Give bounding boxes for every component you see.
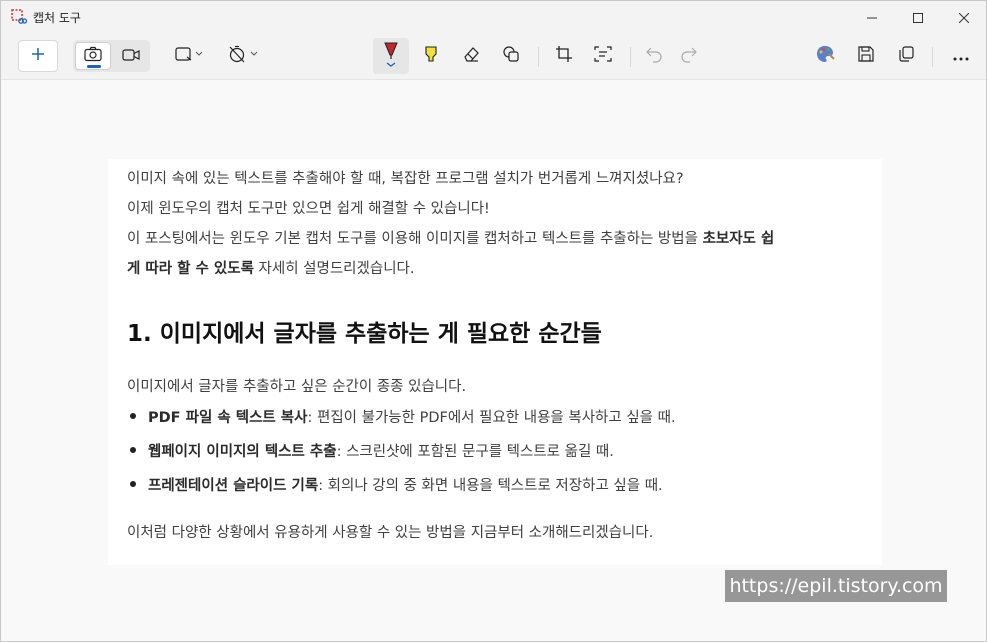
title-bar: 캡처 도구 <box>1 1 986 33</box>
new-snip-button[interactable] <box>18 40 58 72</box>
screenshot-mode-button[interactable] <box>75 42 111 70</box>
eraser-icon <box>462 45 480 67</box>
paragraph: 이제 윈도우의 캡처 도구만 있으면 쉽게 해결할 수 있습니다! <box>127 201 490 217</box>
shapes-icon <box>502 45 520 67</box>
delay-dropdown[interactable] <box>223 40 263 72</box>
copy-button[interactable] <box>890 40 922 72</box>
list-item-text: : 편집이 불가능한 PDF에서 필요한 내용을 복사하고 싶을 때. <box>307 410 676 426</box>
paragraph-text: 이 포스팅에서는 윈도우 기본 캡처 도구를 이용해 이미지를 캡처하고 텍스트… <box>127 231 703 247</box>
close-button[interactable] <box>941 1 987 33</box>
highlighter-icon <box>422 45 440 67</box>
shapes-button[interactable] <box>495 40 527 72</box>
capture-canvas[interactable]: 이미지 속에 있는 텍스트를 추출해야 할 때, 복잡한 프로그램 설치가 번거… <box>1 81 986 641</box>
list-item-text: : 회의나 강의 중 화면 내용을 텍스트로 저장하고 싶을 때. <box>318 478 663 494</box>
copy-icon <box>897 45 915 67</box>
more-icon <box>952 47 970 66</box>
capture-mode-toggle <box>73 40 150 72</box>
maximize-icon <box>913 8 923 27</box>
paragraph: 이미지에서 글자를 추출하고 싶은 순간이 종종 있습니다. <box>127 379 467 395</box>
paragraph: 이처럼 다양한 상황에서 유용하게 사용할 수 있는 방법을 지금부터 소개해드… <box>127 525 654 541</box>
timer-off-icon <box>228 45 258 67</box>
paragraph: 이미지 속에 있는 텍스트를 추출해야 할 때, 복잡한 프로그램 설치가 번거… <box>127 171 684 187</box>
bold-text: 프레젠테이션 슬라이드 기록 <box>148 478 319 494</box>
crop-button[interactable] <box>548 40 580 72</box>
minimize-icon <box>867 8 877 27</box>
more-options-button[interactable] <box>945 40 977 72</box>
snipping-tool-window: 캡처 도구 이미지 속에 있는 텍스트를 추출해야 할 때, 복잡한 프로그램 … <box>0 0 987 642</box>
window-title: 캡처 도구 <box>33 11 81 25</box>
section-heading: 1. 이미지에서 글자를 추출하는 게 필요한 순간들 <box>127 321 602 347</box>
bold-text: 게 따라 할 수 있도록 <box>127 261 254 277</box>
highlighter-button[interactable] <box>415 40 447 72</box>
close-icon <box>958 8 970 27</box>
snipping-tool-app-icon <box>11 9 28 25</box>
save-icon <box>857 45 875 67</box>
list-item-text: : 스크린샷에 포함된 문구를 텍스트로 옮길 때. <box>336 444 614 460</box>
toolbar <box>1 33 986 80</box>
bold-text: 웹페이지 이미지의 텍스트 추출 <box>148 444 337 460</box>
list-item: 웹페이지 이미지의 텍스트 추출: 스크린샷에 포함된 문구를 텍스트로 옮길 … <box>130 440 614 461</box>
video-icon <box>121 47 140 66</box>
camera-icon <box>84 46 102 66</box>
save-button[interactable] <box>850 40 882 72</box>
ballpoint-pen-button[interactable] <box>373 38 409 74</box>
undo-button[interactable] <box>638 40 670 72</box>
snip-shape-dropdown[interactable] <box>169 40 209 72</box>
maximize-button[interactable] <box>895 1 941 33</box>
captured-image: 이미지 속에 있는 텍스트를 추출해야 할 때, 복잡한 프로그램 설치가 번거… <box>108 159 882 565</box>
paragraph-text: 자세히 설명드리겠습니다. <box>253 261 415 277</box>
record-mode-button[interactable] <box>113 42 148 70</box>
bold-text: PDF 파일 속 텍스트 복사 <box>148 410 308 426</box>
toolbar-divider <box>932 47 933 67</box>
paragraph: 게 따라 할 수 있도록 자세히 설명드리겠습니다. <box>127 254 415 284</box>
paint-icon <box>815 44 835 68</box>
redo-button[interactable] <box>673 40 705 72</box>
redo-icon <box>680 45 698 67</box>
bold-text: 초보자도 쉽 <box>702 231 775 247</box>
text-actions-button[interactable] <box>587 40 619 72</box>
watermark: https://epil.tistory.com <box>725 570 947 602</box>
undo-icon <box>645 45 663 67</box>
plus-icon <box>30 46 46 66</box>
eraser-button[interactable] <box>455 40 487 72</box>
toolbar-divider <box>630 47 631 67</box>
paragraph: 이 포스팅에서는 윈도우 기본 캡처 도구를 이용해 이미지를 캡처하고 텍스트… <box>127 224 774 254</box>
crop-icon <box>555 45 573 67</box>
toolbar-divider <box>538 47 539 67</box>
list-item: PDF 파일 속 텍스트 복사: 편집이 불가능한 PDF에서 필요한 내용을 … <box>130 406 676 427</box>
rectangle-snip-icon <box>175 46 203 66</box>
list-item: 프레젠테이션 슬라이드 기록: 회의나 강의 중 화면 내용을 텍스트로 저장하… <box>130 474 663 495</box>
minimize-button[interactable] <box>849 1 895 33</box>
text-actions-icon <box>594 45 612 67</box>
ballpoint-pen-icon <box>381 39 401 73</box>
edit-in-paint-button[interactable] <box>809 40 841 72</box>
